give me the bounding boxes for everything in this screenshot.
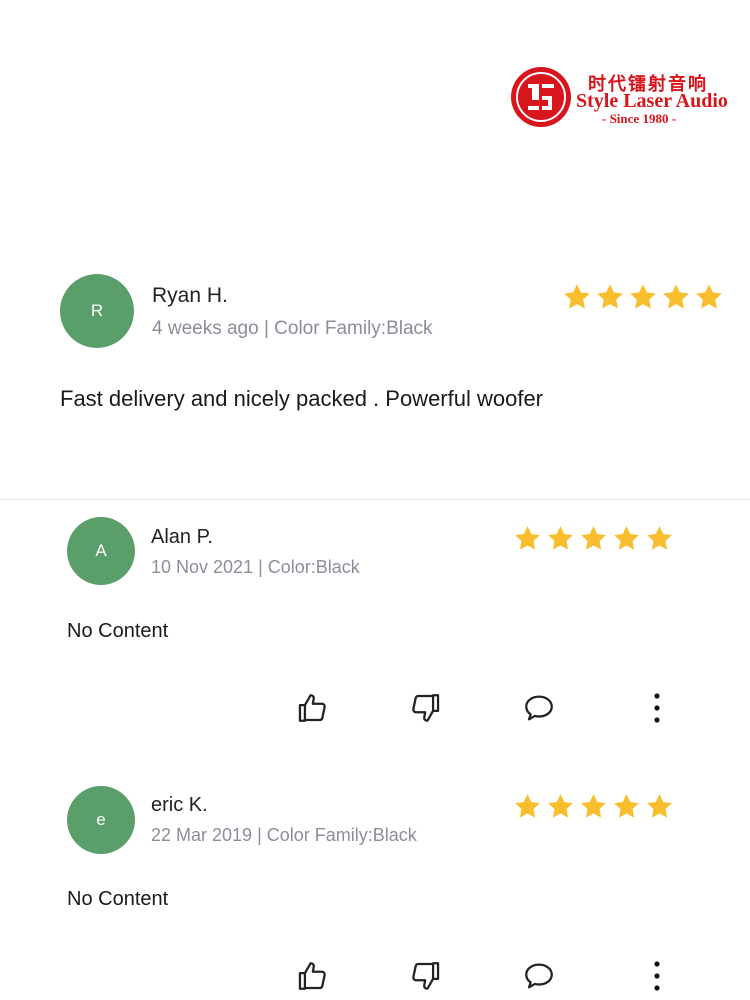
more-options-button[interactable] [637,688,677,728]
star-icon [614,526,639,550]
star-icon [663,284,689,309]
comment-button[interactable] [519,956,559,996]
dislike-button[interactable] [406,688,446,728]
review-actions [0,688,750,728]
review-meta: 10 Nov 2021 | Color:Black [151,557,360,577]
avatar-initial: A [95,541,107,560]
avatar: e [67,786,135,854]
thumbs-up-icon [298,694,326,722]
review-content: No Content [67,888,169,910]
star-icon [614,794,639,818]
avatar: A [67,517,135,585]
avatar-initial: e [96,810,106,829]
star-rating [513,792,674,821]
star-icon [548,526,573,550]
comment-button[interactable] [519,688,559,728]
star-icon [581,794,606,818]
like-button[interactable] [292,956,332,996]
more-vertical-icon [654,693,660,723]
comment-icon [525,695,553,721]
star-icon [548,794,573,818]
star-icon [515,794,540,818]
thumbs-up-icon [298,962,326,990]
reviewer-name: Ryan H. [152,284,228,307]
reviews-page: 时代镭射音响 Style Laser Audio - Since 1980 - … [0,0,750,1000]
brand-logo-english: Style Laser Audio [576,90,728,112]
divider [0,499,750,500]
reviewer-name: Alan P. [151,526,213,548]
thumbs-down-icon [412,962,440,990]
star-icon [647,526,672,550]
star-rating [562,282,724,312]
star-icon [647,794,672,818]
review-content: Fast delivery and nicely packed . Powerf… [60,386,544,411]
star-icon [564,284,590,309]
avatar-initial: R [90,301,104,320]
brand-logo-since: - Since 1980 - [602,111,677,126]
brand-logo: 时代镭射音响 Style Laser Audio - Since 1980 - [510,66,740,128]
dislike-button[interactable] [406,956,446,996]
more-vertical-icon [654,961,660,991]
star-icon [597,284,623,309]
avatar: R [60,274,134,348]
thumbs-down-icon [412,694,440,722]
star-icon [581,526,606,550]
review-content: No Content [67,620,169,642]
comment-icon [525,963,553,989]
review-actions [0,956,750,996]
star-icon [630,284,656,309]
like-button[interactable] [292,688,332,728]
reviewer-name: eric K. [151,794,208,816]
star-icon [696,284,722,309]
brand-logo-mark [511,67,571,127]
star-rating [513,524,674,553]
review-meta: 22 Mar 2019 | Color Family:Black [151,825,417,845]
review-meta: 4 weeks ago | Color Family:Black [152,318,433,339]
more-options-button[interactable] [637,956,677,996]
star-icon [515,526,540,550]
